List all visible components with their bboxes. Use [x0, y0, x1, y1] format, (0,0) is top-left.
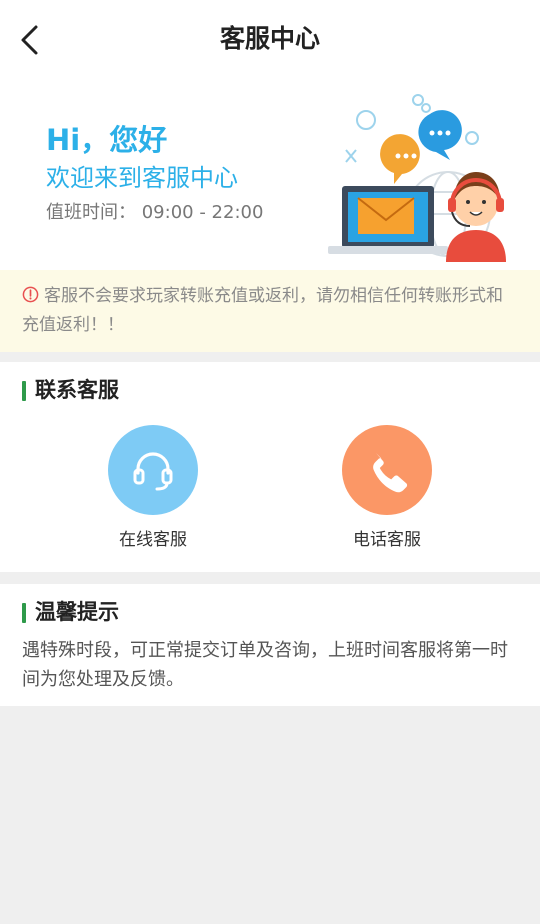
notice-text: 客服不会要求玩家转账充值或返利，请勿相信任何转账形式和充值返利！！	[22, 286, 503, 335]
service-hours: 值班时间： 09:00 - 22:00	[46, 200, 263, 226]
tips-text: 遇特殊时段，可正常提交订单及咨询，上班时间客服将第一时间为您处理及反馈。	[22, 640, 508, 690]
service-hours-value: 09:00 - 22:00	[141, 202, 264, 223]
online-service-label: 在线客服	[119, 530, 187, 550]
phone-service-label: 电话客服	[353, 530, 421, 550]
top-nav-bar: 客服中心	[0, 0, 540, 78]
phone-icon	[373, 453, 408, 493]
contact-section: 联系客服 在线客服 电话客服	[0, 362, 540, 572]
customer-service-illustration	[328, 94, 506, 262]
anti-fraud-notice: 客服不会要求玩家转账充值或返利，请勿相信任何转账形式和充值返利！！	[0, 270, 540, 352]
section-title-tips: 温馨提示	[22, 598, 119, 626]
tips-section: 温馨提示 遇特殊时段，可正常提交订单及咨询，上班时间客服将第一时间为您处理及反馈…	[0, 584, 540, 706]
hero-greeting: Hi，您好	[46, 123, 168, 157]
headset-icon	[133, 452, 173, 491]
hero-welcome-text: 欢迎来到客服中心	[46, 164, 238, 192]
page-title: 客服中心	[219, 24, 320, 53]
phone-service-circle[interactable]	[342, 425, 432, 515]
online-service-circle[interactable]	[108, 425, 198, 515]
service-hours-label: 值班时间：	[46, 202, 136, 223]
section-title-contact: 联系客服	[22, 376, 119, 404]
online-service-button[interactable]: 在线客服	[93, 425, 213, 553]
alert-circle-icon	[22, 286, 39, 303]
phone-service-button[interactable]: 电话客服	[327, 425, 447, 553]
hero-banner: Hi，您好 欢迎来到客服中心 值班时间： 09:00 - 22:00	[0, 78, 540, 270]
